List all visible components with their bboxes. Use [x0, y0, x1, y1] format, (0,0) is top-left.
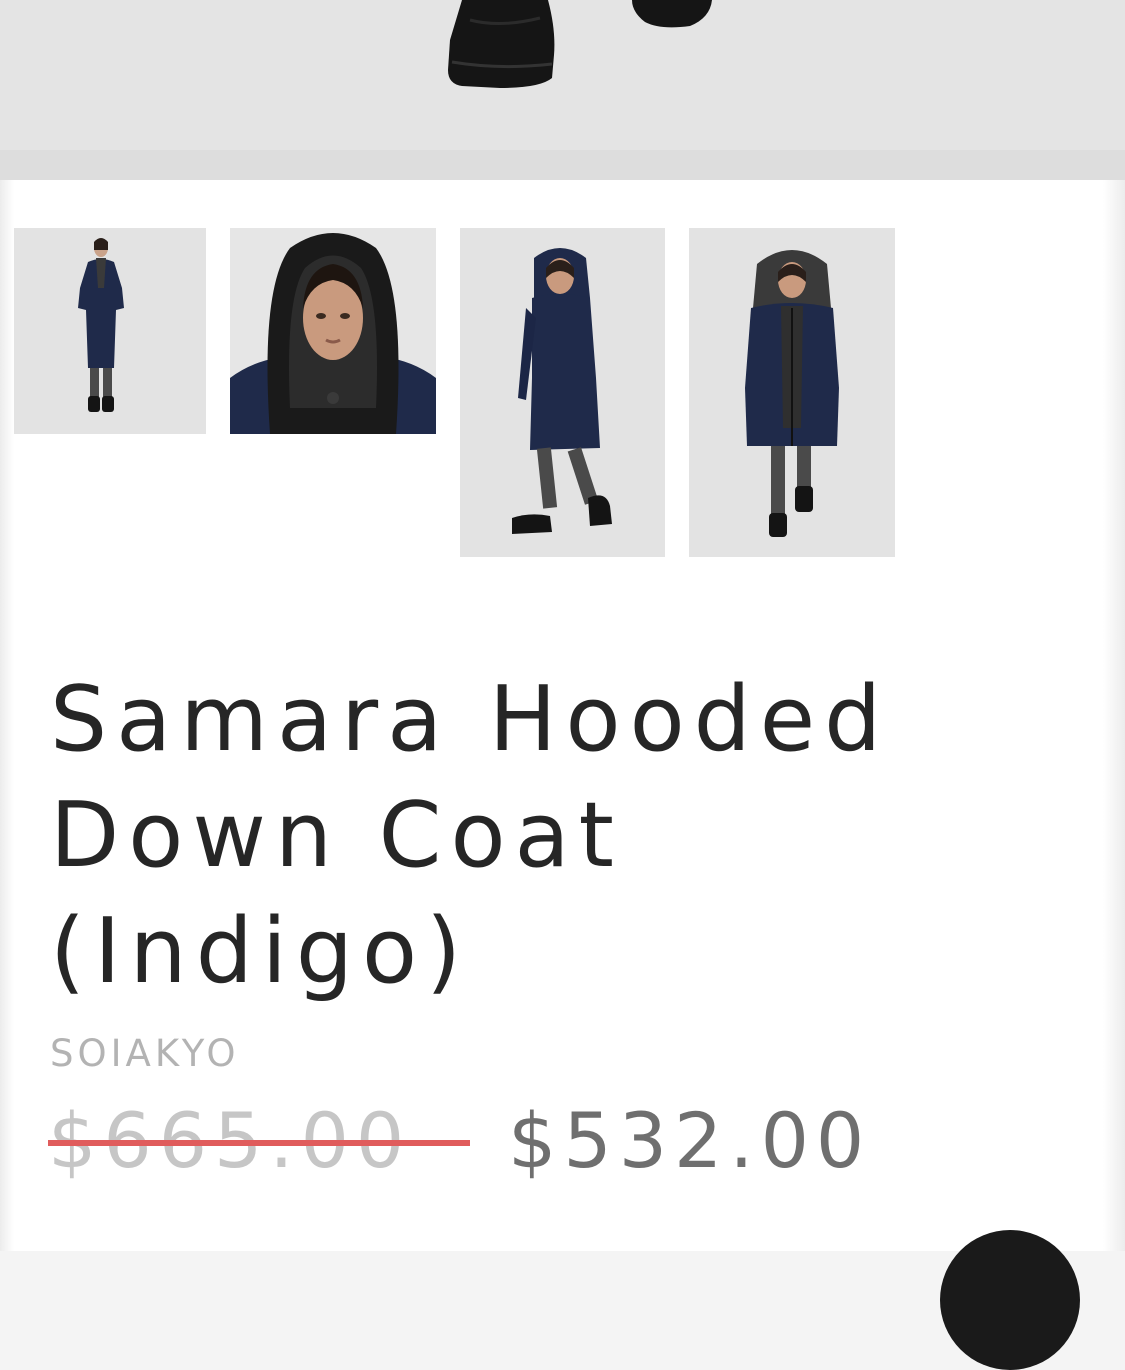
product-page: Samara Hooded Down Coat (Indigo) SOIAKYO…: [0, 0, 1125, 1370]
thumbnail-hood-closeup[interactable]: [230, 228, 436, 434]
thumbnail-front-open-view[interactable]: [689, 228, 895, 557]
thumbnail-front-full-view[interactable]: [0, 228, 206, 434]
price-strikethrough: [48, 1140, 470, 1146]
floating-action-button[interactable]: [940, 1230, 1080, 1370]
sale-price: $532.00: [508, 1096, 872, 1185]
front-open-image: [689, 228, 895, 557]
thumbnail-side-walking-view[interactable]: [460, 228, 665, 557]
hero-boots-image: [0, 0, 1125, 180]
product-main-image[interactable]: [0, 0, 1125, 180]
product-title: Samara Hooded Down Coat (Indigo): [50, 667, 891, 1004]
brand-name[interactable]: SOIAKYO: [50, 1032, 239, 1075]
edge-shadow: [1103, 180, 1125, 1251]
side-walking-image: [460, 228, 665, 557]
edge-shadow: [0, 180, 14, 1251]
hood-closeup-image: [230, 228, 436, 434]
coat-figure-image: [0, 228, 206, 434]
